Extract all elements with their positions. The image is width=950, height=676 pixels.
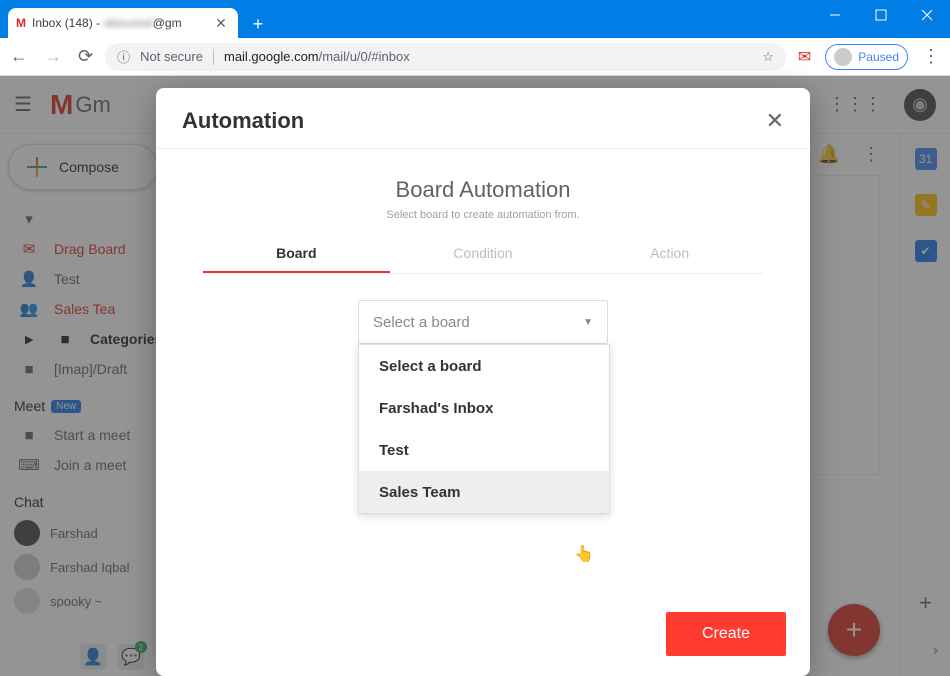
board-option-sales-team[interactable]: Sales Team [359,471,609,513]
board-select[interactable]: Select a board ▼ Select a board Farshad'… [358,300,608,344]
board-option-test[interactable]: Test [359,429,609,471]
browser-menu-icon[interactable]: ⋮ [922,46,940,67]
window-titlebar: M Inbox (148) - obscured@gm ✕ + [0,0,950,38]
tab-title: Inbox (148) - obscured@gm [32,16,206,30]
window-controls [812,0,950,30]
extension-gmail-icon[interactable]: ✉ [798,47,811,67]
forward-button[interactable]: → [44,46,62,67]
new-tab-button[interactable]: + [244,10,272,38]
profile-avatar [834,48,852,66]
modal-title: Automation [182,108,304,134]
modal-close-button[interactable]: ✕ [766,108,784,134]
board-option-placeholder[interactable]: Select a board [359,345,609,387]
minimize-button[interactable] [812,0,858,30]
tab-strip: M Inbox (148) - obscured@gm ✕ + [8,0,272,38]
step-tab-condition[interactable]: Condition [390,245,577,273]
maximize-button[interactable] [858,0,904,30]
close-window-button[interactable] [904,0,950,30]
site-info-icon[interactable]: ⓘ [117,47,130,66]
profile-chip[interactable]: Paused [825,44,908,70]
url-text: mail.google.com/mail/u/0/#inbox [224,49,410,64]
browser-toolbar: ← → ⟳ ⓘ Not secure mail.google.com/mail/… [0,38,950,76]
board-select-dropdown: Select a board Farshad's Inbox Test Sale… [358,344,610,514]
modal-step-tabs: Board Condition Action [203,245,763,274]
back-button[interactable]: ← [10,46,28,67]
modal-subheading: Select board to create automation from. [386,209,579,221]
modal-heading: Board Automation [396,177,571,203]
reload-button[interactable]: ⟳ [78,46,93,67]
step-tab-board[interactable]: Board [203,245,390,273]
address-bar[interactable]: ⓘ Not secure mail.google.com/mail/u/0/#i… [105,43,786,71]
chevron-down-icon: ▼ [583,317,593,328]
star-icon[interactable]: ☆ [762,49,774,65]
board-option-inbox[interactable]: Farshad's Inbox [359,387,609,429]
browser-tab[interactable]: M Inbox (148) - obscured@gm ✕ [8,8,238,38]
gmail-favicon: M [16,16,26,30]
modal-header: Automation ✕ [156,88,810,149]
select-placeholder: Select a board [373,314,470,331]
security-label: Not secure [140,49,203,64]
step-tab-action[interactable]: Action [576,245,763,273]
tab-close-icon[interactable]: ✕ [212,15,230,32]
modal-footer: Create [156,598,810,676]
mouse-cursor: 👆 [574,544,594,564]
profile-label: Paused [858,50,899,64]
create-button[interactable]: Create [666,612,786,656]
automation-modal: Automation ✕ Board Automation Select boa… [156,88,810,676]
